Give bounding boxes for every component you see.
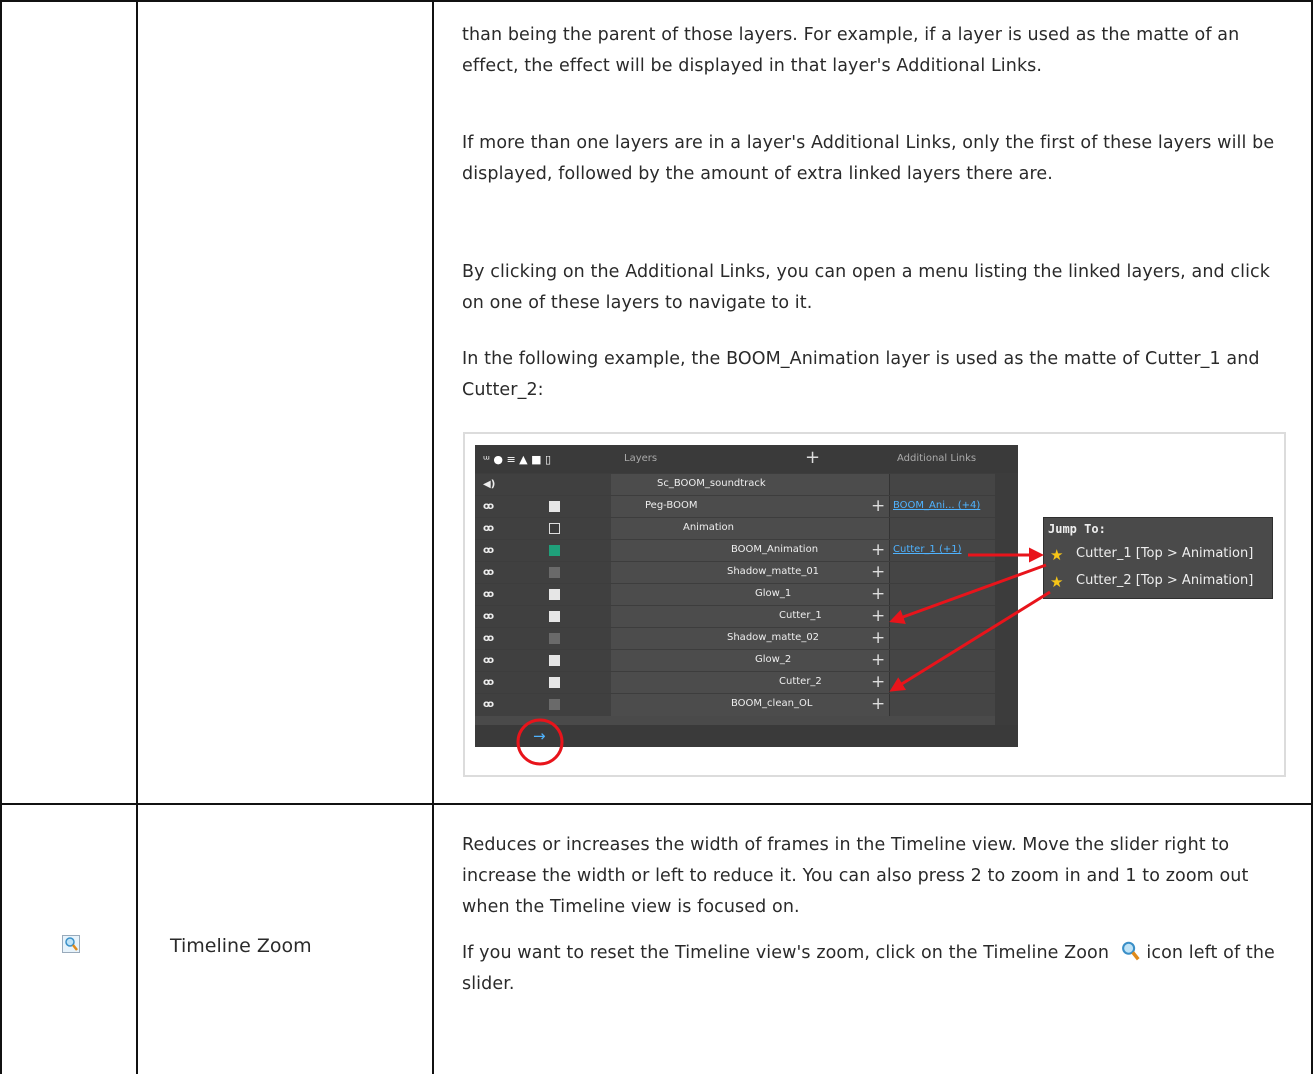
- color-swatch: [549, 633, 560, 644]
- star-icon: ★: [1050, 546, 1064, 564]
- add-link-icon[interactable]: +: [871, 585, 885, 603]
- table-border-col1: [136, 0, 138, 1074]
- jump-menu-title: Jump To:: [1048, 522, 1106, 536]
- layer-name: Peg-BOOM: [645, 500, 698, 511]
- layer-row[interactable]: ꝏ BOOM_clean_OL +: [475, 693, 996, 716]
- eye-icon: ꝏ: [483, 655, 495, 666]
- color-swatch: [549, 699, 560, 710]
- add-link-icon[interactable]: +: [871, 541, 885, 559]
- row2-paragraph-2-start: If you want to reset the Timeline view's…: [462, 943, 1110, 963]
- timeline-header: ᵚ ● ≡ ▲ ■ ▯ Layers + Additional Links: [475, 445, 1018, 473]
- eye-icon: ꝏ: [483, 589, 495, 600]
- eye-icon: ꝏ: [483, 677, 495, 688]
- zoom-icon: [1121, 941, 1140, 961]
- row2-paragraph-1: Reduces or increases the width of frames…: [462, 835, 1249, 917]
- layer-name: Cutter_2: [779, 676, 822, 687]
- layer-row[interactable]: ꝏ BOOM_Animation + Cutter_1 (+1): [475, 539, 996, 562]
- add-link-icon[interactable]: +: [871, 629, 885, 647]
- layer-row[interactable]: ꝏ Glow_2 +: [475, 649, 996, 672]
- layer-row[interactable]: ◀) Sc_BOOM_soundtrack: [475, 473, 996, 496]
- layer-name: Sc_BOOM_soundtrack: [657, 478, 766, 489]
- row1-paragraph-2: If more than one layers are in a layer's…: [462, 133, 1275, 184]
- additional-link[interactable]: Cutter_1 (+1): [893, 544, 962, 555]
- additional-link[interactable]: BOOM_Ani... (+4): [893, 500, 980, 511]
- layer-name: BOOM_Animation: [731, 544, 819, 555]
- layer-name: Shadow_matte_02: [727, 632, 820, 643]
- row2-label: Timeline Zoom: [170, 935, 312, 957]
- table-border-left: [0, 0, 2, 1074]
- layer-row[interactable]: ꝏ Shadow_matte_01 +: [475, 561, 996, 584]
- star-icon: ★: [1050, 573, 1064, 591]
- jump-menu-item[interactable]: Cutter_2 [Top > Animation]: [1076, 573, 1253, 588]
- eye-icon: ꝏ: [483, 567, 495, 578]
- layer-name: Glow_1: [755, 588, 792, 599]
- header-add-icon: +: [805, 447, 821, 468]
- layer-name: Animation: [683, 522, 734, 533]
- color-swatch: [549, 611, 560, 622]
- timeline-footer: →: [475, 725, 1018, 747]
- color-swatch: [549, 677, 560, 688]
- jump-to-menu: Jump To: ★ Cutter_1 [Top > Animation] ★ …: [1043, 517, 1273, 599]
- table-top-border: [0, 0, 1313, 2]
- layer-row[interactable]: ꝏ Glow_1 +: [475, 583, 996, 606]
- row1-paragraph-1: than being the parent of those layers. F…: [462, 25, 1240, 76]
- layer-row[interactable]: ꝏ Peg-BOOM + BOOM_Ani... (+4): [475, 495, 996, 518]
- row2-paragraph-2: If you want to reset the Timeline view's…: [462, 938, 1290, 1000]
- layer-row[interactable]: ꝏ Cutter_2 +: [475, 671, 996, 694]
- layer-name: Shadow_matte_01: [727, 566, 820, 577]
- row1-paragraph-4: In the following example, the BOOM_Anima…: [462, 349, 1260, 400]
- timeline-scrollbar[interactable]: [995, 473, 1018, 725]
- eye-icon: ꝏ: [483, 523, 495, 534]
- eye-icon: ꝏ: [483, 633, 495, 644]
- eye-icon: ꝏ: [483, 501, 495, 512]
- layer-name: Glow_2: [755, 654, 792, 665]
- add-link-icon[interactable]: +: [871, 497, 885, 515]
- add-link-icon[interactable]: +: [871, 563, 885, 581]
- layer-row[interactable]: ꝏ Animation: [475, 517, 996, 540]
- add-link-icon[interactable]: +: [871, 651, 885, 669]
- speaker-icon: ◀): [483, 479, 496, 490]
- eye-icon: ꝏ: [483, 611, 495, 622]
- add-link-icon[interactable]: +: [871, 695, 885, 713]
- table-row-divider: [0, 803, 1313, 805]
- row1-paragraph-3: By clicking on the Additional Links, you…: [462, 262, 1270, 313]
- color-swatch: [549, 545, 560, 556]
- arrow-icon[interactable]: →: [533, 727, 546, 745]
- color-swatch: [549, 567, 560, 578]
- color-swatch: [549, 589, 560, 600]
- header-links-label: Additional Links: [897, 453, 977, 464]
- layer-name: BOOM_clean_OL: [731, 698, 813, 709]
- eye-icon: ꝏ: [483, 699, 495, 710]
- color-swatch: [549, 523, 560, 534]
- add-link-icon[interactable]: +: [871, 673, 885, 691]
- timeline-screenshot: ᵚ ● ≡ ▲ ■ ▯ Layers + Additional Links ◀)…: [475, 445, 1018, 747]
- color-swatch: [549, 655, 560, 666]
- table-border-col2: [432, 0, 434, 1074]
- eye-icon: ꝏ: [483, 545, 495, 556]
- header-layers-label: Layers: [624, 453, 658, 464]
- header-icons: ᵚ ● ≡ ▲ ■ ▯: [483, 453, 552, 466]
- layer-name: Cutter_1: [779, 610, 822, 621]
- add-link-icon[interactable]: +: [871, 607, 885, 625]
- color-swatch: [549, 501, 560, 512]
- zoom-icon: [62, 935, 80, 953]
- layer-row[interactable]: ꝏ Shadow_matte_02 +: [475, 627, 996, 650]
- jump-menu-item[interactable]: Cutter_1 [Top > Animation]: [1076, 546, 1253, 561]
- layer-row[interactable]: ꝏ Cutter_1 +: [475, 605, 996, 628]
